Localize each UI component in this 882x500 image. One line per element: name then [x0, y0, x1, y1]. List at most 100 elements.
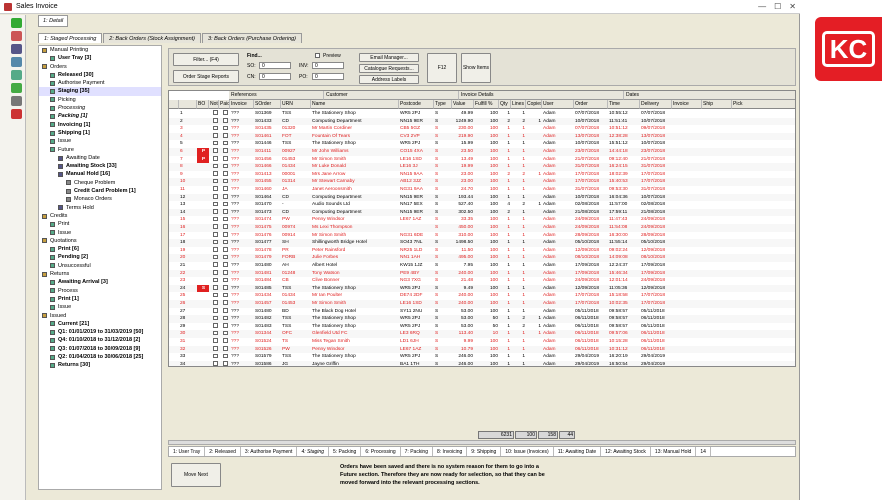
note-checkbox[interactable]: [213, 171, 218, 176]
minimize-icon[interactable]: —: [758, 2, 766, 11]
bottom-tab[interactable]: 13: Manual Hold: [651, 447, 697, 456]
table-row[interactable]: 27??? S01480 BD The Black Dog Hotel SY11 2NU…: [169, 308, 795, 316]
paid-checkbox[interactable]: [223, 323, 228, 328]
note-checkbox[interactable]: [213, 178, 218, 184]
table-row[interactable]: 22??? S01481 01248 Tony Watson PE9 4BY S 240.0…: [169, 269, 795, 278]
tree-node[interactable]: Current [21]: [39, 320, 161, 328]
tree-node[interactable]: Awaiting Stock [33]: [39, 162, 161, 170]
table-row[interactable]: 16??? S01475 00974 Ms Lexi Thompson S 450.00 1…: [169, 224, 795, 232]
table-row[interactable]: 25??? S01434 01434 Mr Ian Poulter DE74 2DF S 2…: [169, 292, 795, 300]
note-checkbox[interactable]: [213, 163, 218, 169]
column-header[interactable]: Postcode: [399, 100, 434, 109]
tree-node[interactable]: Q1: 01/01/2019 to 31/03/2019 [50]: [39, 328, 161, 336]
tree-node[interactable]: Q2: 01/04/2018 to 30/06/2018 [25]: [39, 353, 161, 361]
note-checkbox[interactable]: [213, 224, 218, 229]
column-header[interactable]: SOrder: [254, 100, 281, 109]
note-checkbox[interactable]: [213, 239, 218, 245]
table-row[interactable]: 1??? S01369 TSS The Stationery Shop WR5 2PJ S…: [169, 110, 795, 118]
tree-node[interactable]: Invoicing [1]: [39, 121, 161, 129]
table-row[interactable]: 11??? S01460 JA Janet Aeroonsmith NG31 9AA S 2…: [169, 186, 795, 194]
table-row[interactable]: 8??? S01466 01434 Mr Luke Donald LE16 3J S 19.…: [169, 163, 795, 171]
tree-node[interactable]: Credits: [39, 212, 161, 220]
add-icon[interactable]: [11, 18, 22, 28]
preview-checkbox[interactable]: [315, 53, 320, 58]
table-row[interactable]: 21??? S01480 AH Albert Hotel KW15 1JZ S 7.95 10…: [169, 262, 795, 270]
table-row[interactable]: 2??? S01433 CD Computing Department NN15 9ER…: [169, 117, 795, 126]
bottom-tab[interactable]: 6: Processing: [361, 447, 401, 456]
paid-checkbox[interactable]: [223, 308, 228, 313]
tree-node[interactable]: Staging [35]: [39, 87, 161, 96]
bottom-tab[interactable]: 14: [696, 447, 711, 456]
bottom-tab[interactable]: 11: Awaiting Date: [554, 447, 602, 456]
tree-node[interactable]: Issue: [39, 229, 161, 237]
tab-staged-processing[interactable]: 1: Staged Processing: [38, 33, 103, 43]
table-row[interactable]: 33??? S01579 TSS The Stationery Shop WR5 2PJ…: [169, 353, 795, 361]
note-checkbox[interactable]: [213, 315, 218, 321]
table-row[interactable]: 5??? S01446 TSS The Stationery Shop WR5 2PJ S…: [169, 140, 795, 148]
bottom-tab[interactable]: 10: Issue (Invoices): [501, 447, 554, 456]
column-header[interactable]: Qty: [499, 100, 511, 109]
note-checkbox[interactable]: [213, 338, 218, 343]
column-header[interactable]: Invoice: [230, 100, 254, 109]
column-header[interactable]: Value: [452, 100, 474, 109]
so-field[interactable]: 0: [259, 62, 291, 69]
column-header[interactable]: Fulfill %: [474, 100, 499, 109]
paid-checkbox[interactable]: [223, 216, 228, 222]
tree-node[interactable]: Cheque Problem: [39, 179, 161, 187]
bottom-tab[interactable]: 9: Shipping: [467, 447, 502, 456]
paid-checkbox[interactable]: [223, 247, 228, 252]
paid-checkbox[interactable]: [223, 239, 228, 245]
note-checkbox[interactable]: [213, 285, 218, 290]
note-checkbox[interactable]: [213, 125, 218, 131]
tree-node[interactable]: Awaiting Date: [39, 154, 161, 162]
column-header[interactable]: Paid: [219, 100, 230, 109]
table-row[interactable]: 10??? S01455 01314 Mr Stewart Carnaby AB12 3…: [169, 178, 795, 186]
filter-button[interactable]: Filter... (F4): [173, 53, 239, 66]
table-row[interactable]: 9??? S01413 00001 Mrs Jane Arrow NN15 9AA S 23…: [169, 171, 795, 179]
paid-checkbox[interactable]: [223, 163, 228, 169]
tree-node[interactable]: Pending [2]: [39, 253, 161, 261]
note-checkbox[interactable]: [213, 156, 218, 161]
paid-checkbox[interactable]: [223, 148, 228, 153]
paid-checkbox[interactable]: [223, 292, 228, 298]
paid-checkbox[interactable]: [223, 315, 228, 321]
move-next-button[interactable]: Move Next: [171, 463, 221, 487]
note-checkbox[interactable]: [213, 330, 218, 336]
table-row[interactable]: 3??? S01435 01320 Mr Martin Cordiner CB5 5GZ…: [169, 125, 795, 133]
note-checkbox[interactable]: [213, 232, 218, 237]
table-row[interactable]: 26??? S01457 01453 Mr Simon Smith LE16 1SD S 2…: [169, 300, 795, 308]
column-header[interactable]: Lines: [511, 100, 526, 109]
paid-checkbox[interactable]: [223, 110, 228, 115]
document-icon[interactable]: [11, 31, 22, 41]
note-checkbox[interactable]: [213, 346, 218, 351]
tree-node[interactable]: Process: [39, 287, 161, 295]
paid-checkbox[interactable]: [223, 285, 228, 290]
column-header[interactable]: BO: [197, 100, 209, 109]
tree-node[interactable]: Quotations: [39, 237, 161, 245]
column-header[interactable]: URN: [281, 100, 311, 109]
note-checkbox[interactable]: [213, 308, 218, 313]
note-checkbox[interactable]: [213, 133, 218, 138]
tree-node[interactable]: Q4: 01/10/2018 to 31/12/2018 [2]: [39, 336, 161, 344]
tree-node[interactable]: Returns: [39, 270, 161, 278]
f12-button[interactable]: F12: [427, 53, 457, 83]
note-checkbox[interactable]: [213, 194, 218, 199]
column-header[interactable]: User: [542, 100, 574, 109]
paid-checkbox[interactable]: [223, 232, 228, 237]
order-stage-reports-button[interactable]: Order Stage Reports: [173, 70, 239, 83]
refresh-icon[interactable]: [11, 57, 22, 67]
tree-node[interactable]: Issue: [39, 137, 161, 145]
paid-checkbox[interactable]: [223, 224, 228, 229]
tree-node[interactable]: Q3: 01/07/2018 to 30/09/2018 [9]: [39, 345, 161, 353]
bottom-tab[interactable]: 1: User Tray: [169, 447, 206, 456]
note-checkbox[interactable]: [213, 201, 218, 207]
table-row[interactable]: 7 P??? S01456 01453 Mr Simon Smith LE16 1SD S 1…: [169, 155, 795, 164]
paid-checkbox[interactable]: [223, 300, 228, 305]
paid-checkbox[interactable]: [223, 330, 228, 336]
column-header[interactable]: Note: [209, 100, 219, 109]
paid-checkbox[interactable]: [223, 201, 228, 207]
paid-checkbox[interactable]: [223, 361, 228, 366]
inv-field[interactable]: 0: [312, 62, 344, 69]
paid-checkbox[interactable]: [223, 156, 228, 161]
close-icon[interactable]: ✕: [789, 2, 796, 11]
